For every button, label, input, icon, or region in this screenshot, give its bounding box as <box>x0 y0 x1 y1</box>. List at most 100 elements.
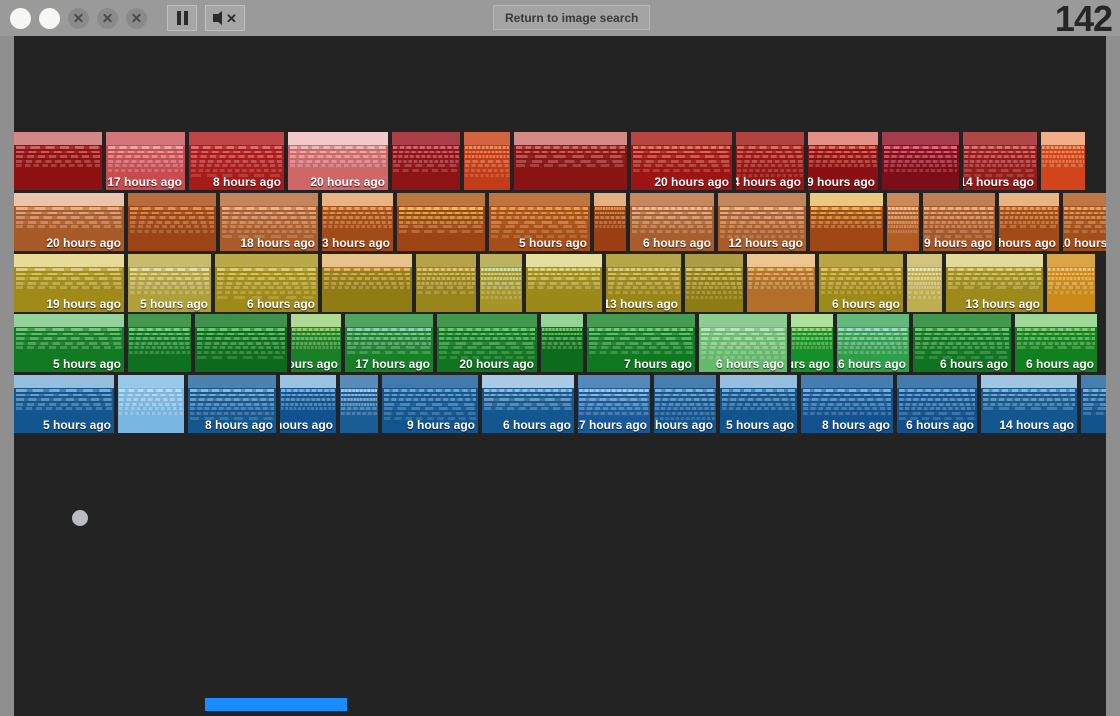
brick-thumbnail <box>392 132 460 190</box>
brick: 3 hours ago <box>999 193 1059 251</box>
brick: ours ago <box>791 314 833 372</box>
brick <box>907 254 942 312</box>
brick <box>747 254 815 312</box>
speaker-mute-icon: ✕ <box>213 11 237 25</box>
brick-thumbnail <box>397 193 485 251</box>
brick-timestamp: 20 hours ago <box>46 237 121 250</box>
brick <box>128 193 216 251</box>
brick-timestamp: 6 hours ago <box>940 358 1008 371</box>
brick-thumbnail <box>128 314 191 372</box>
brick: 14 hours ago <box>736 132 804 190</box>
brick-thumbnail <box>541 314 583 372</box>
brick <box>397 193 485 251</box>
brick: 6 hours ago <box>699 314 787 372</box>
brick: 6 hours ago <box>1015 314 1097 372</box>
brick <box>322 254 412 312</box>
brick-timestamp: 20 hours ago <box>459 358 534 371</box>
life-icon <box>39 8 60 29</box>
brick <box>810 193 883 251</box>
brick-timestamp: 10 hours ago <box>1063 237 1106 250</box>
brick: 6 hours ago <box>913 314 1011 372</box>
brick-timestamp: 6 hours ago <box>247 298 315 311</box>
brick-timestamp: 8 hours ago <box>822 419 890 432</box>
life-lost-icon <box>126 8 147 29</box>
brick: 8 hours ago <box>188 375 276 433</box>
brick-timestamp: 5 hours ago <box>53 358 121 371</box>
brick-timestamp: 6 hours ago <box>1026 358 1094 371</box>
brick <box>514 132 627 190</box>
brick-timestamp: 5 hours ago <box>519 237 587 250</box>
brick-timestamp: 6 hours ago <box>832 298 900 311</box>
brick-thumbnail <box>526 254 602 312</box>
brick-thumbnail <box>195 314 287 372</box>
brick: 5 hours ago <box>14 314 124 372</box>
brick-thumbnail <box>340 375 378 433</box>
brick-thumbnail <box>747 254 815 312</box>
brick-timestamp: 20 hours ago <box>654 176 729 189</box>
brick: 4 hours ago <box>280 375 336 433</box>
brick: 6 hours ago <box>482 375 574 433</box>
brick-thumbnail <box>882 132 959 190</box>
brick-thumbnail <box>907 254 942 312</box>
row-blue: 5 hours ago8 hours ago4 hours ago9 hours… <box>14 375 1106 435</box>
brick: 9 hours ago <box>808 132 878 190</box>
brick: 10 hours ago <box>1063 193 1106 251</box>
brick: 19 hours ago <box>14 254 124 312</box>
brick: 5 hours ago <box>720 375 797 433</box>
brick-timestamp: 3 hours ago <box>999 237 1056 250</box>
brick-thumbnail <box>1041 132 1085 190</box>
brick <box>526 254 602 312</box>
paddle[interactable] <box>205 698 347 711</box>
brick <box>1041 132 1085 190</box>
brick: 17 hours ago <box>106 132 185 190</box>
brick: 5 hours ago <box>489 193 590 251</box>
brick <box>128 314 191 372</box>
return-button-label: Return to image search <box>505 11 638 25</box>
brick: 14 hours ago <box>963 132 1037 190</box>
brick: 9 hours ago <box>923 193 995 251</box>
pause-button[interactable] <box>167 5 197 31</box>
brick <box>480 254 522 312</box>
life-icon <box>10 8 31 29</box>
brick-thumbnail <box>14 132 102 190</box>
brick-thumbnail <box>322 254 412 312</box>
brick: 14 hours ago <box>981 375 1077 433</box>
brick-thumbnail <box>514 132 627 190</box>
row-yellow: 19 hours ago 5 hours ago 6 hours ago 13 hou… <box>14 254 1095 314</box>
brick-timestamp: 14 hours ago <box>963 176 1034 189</box>
brick: 7 hours ago <box>587 314 695 372</box>
brick <box>685 254 743 312</box>
ball <box>72 510 88 526</box>
brick-timestamp: 14 hours ago <box>999 419 1074 432</box>
brick-timestamp: 7 hours ago <box>624 358 692 371</box>
row-orange: 20 hours ago18 hours ago23 hours ago5 ho… <box>14 193 1106 253</box>
life-lost-icon <box>68 8 89 29</box>
brick-timestamp: 8 hours ago <box>213 176 281 189</box>
brick-thumbnail <box>810 193 883 251</box>
brick-timestamp: 23 hours ago <box>322 237 390 250</box>
mute-button[interactable]: ✕ <box>205 5 245 31</box>
brick-timestamp: 20 hours ago <box>310 176 385 189</box>
brick-timestamp: 6 hours ago <box>906 419 974 432</box>
brick-timestamp: 6 hours ago <box>503 419 571 432</box>
lives-indicator <box>10 8 147 29</box>
brick: 3 hours ago <box>654 375 716 433</box>
brick: ours ago <box>291 314 341 372</box>
return-to-image-search-button[interactable]: Return to image search <box>493 5 650 30</box>
brick-timestamp: 17 hours ago <box>355 358 430 371</box>
brick-timestamp: 9 hours ago <box>808 176 875 189</box>
brick-timestamp: 3 hours ago <box>654 419 713 432</box>
brick-thumbnail <box>685 254 743 312</box>
brick <box>118 375 184 433</box>
brick-timestamp: 6 hours ago <box>716 358 784 371</box>
game-playfield[interactable]: 17 hours ago8 hours ago20 hours ago20 ho… <box>14 36 1106 716</box>
brick-timestamp: 5 hours ago <box>140 298 208 311</box>
brick-timestamp: ours ago <box>291 358 338 371</box>
brick: 16 hours ago <box>837 314 909 372</box>
row-green: 5 hours ago ours ago 17 hours ago 20 hours … <box>14 314 1097 374</box>
brick-timestamp: 16 hours ago <box>837 358 906 371</box>
brick-timestamp: 13 hours ago <box>606 298 678 311</box>
brick <box>594 193 626 251</box>
brick-thumbnail <box>480 254 522 312</box>
brick-thumbnail <box>1047 254 1095 312</box>
